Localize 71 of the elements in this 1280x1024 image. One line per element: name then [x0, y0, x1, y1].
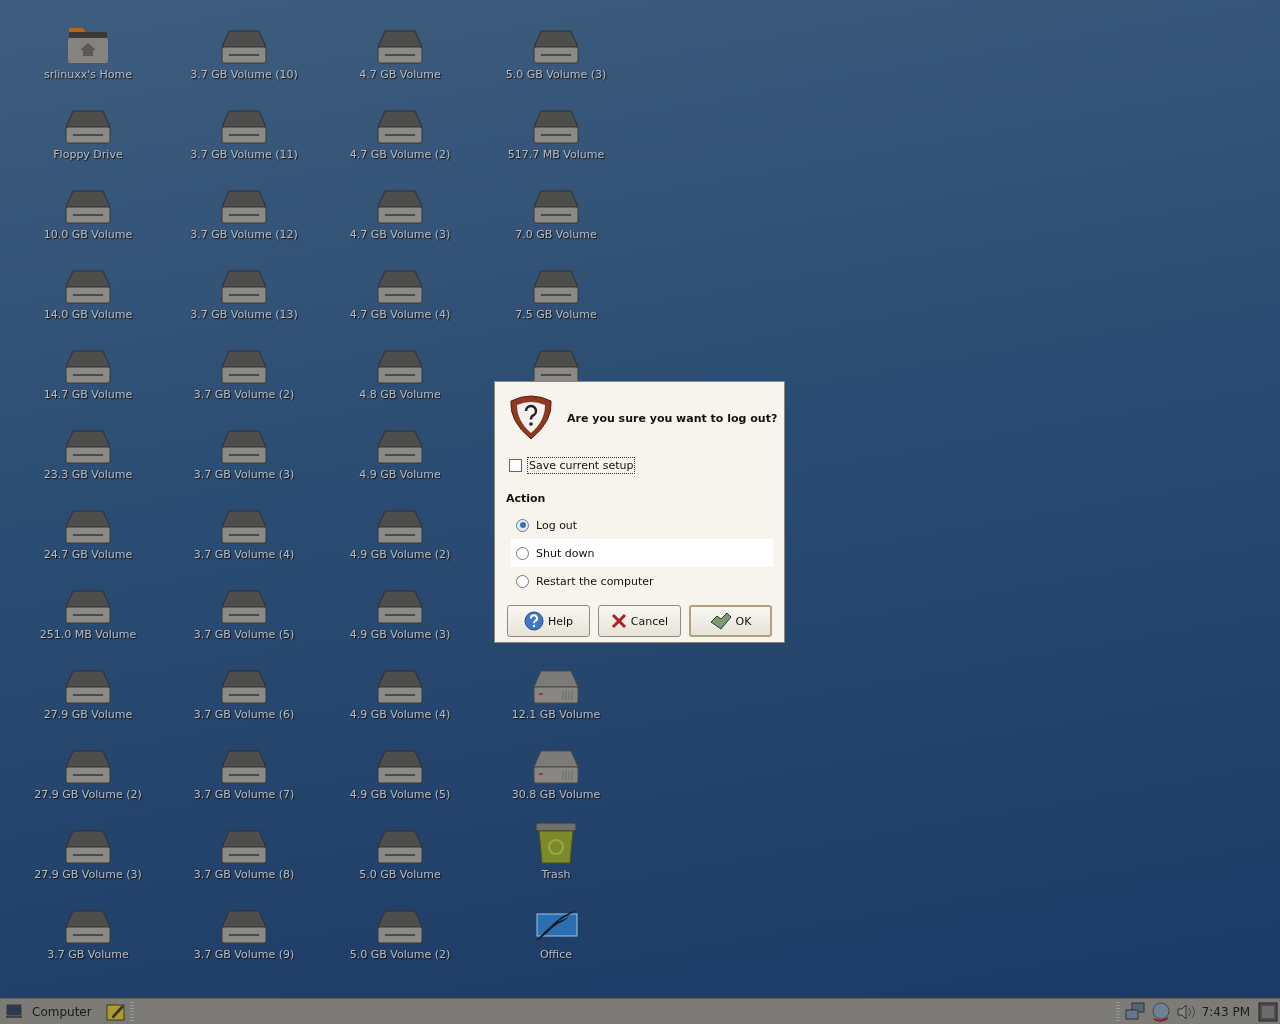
desktop-icon-label[interactable]: 5.0 GB Volume (3) [505, 68, 607, 81]
desktop-icon-label[interactable]: 4.7 GB Volume (3) [349, 228, 451, 241]
desktop-icon-label[interactable]: 14.0 GB Volume [43, 308, 133, 321]
desktop-icon-label[interactable]: 5.0 GB Volume [359, 868, 441, 881]
desktop-icon-label[interactable]: 27.9 GB Volume (2) [34, 788, 142, 801]
desktop-icon-label[interactable]: srlinuxx's Home [43, 68, 133, 81]
desktop-icon-label[interactable]: Floppy Drive [53, 148, 123, 161]
desktop-icon-label[interactable]: 23.3 GB Volume [43, 468, 133, 481]
question-icon [507, 395, 555, 441]
clock[interactable]: 7:43 PM [1201, 1004, 1250, 1019]
help-icon [523, 611, 544, 631]
cancel-x-icon [610, 613, 627, 629]
trash-icon[interactable] [534, 822, 578, 864]
desktop-icon-label[interactable]: 30.8 GB Volume [511, 788, 601, 801]
cancel-button[interactable]: Cancel [598, 605, 681, 637]
desktop-icon-label[interactable]: 27.9 GB Volume (3) [34, 868, 142, 881]
dialog-question: Are you sure you want to log out? [567, 411, 778, 425]
desktop-icon-label[interactable]: 3.7 GB Volume (2) [193, 388, 295, 401]
home-folder-icon[interactable] [67, 26, 109, 64]
desktop-icon-label[interactable]: 4.9 GB Volume [359, 468, 441, 481]
desktop-icon-label[interactable]: 517.7 MB Volume [507, 148, 605, 161]
desktop-icon-label[interactable]: 3.7 GB Volume (6) [193, 708, 295, 721]
desktop-icon-label[interactable]: 3.7 GB Volume (5) [193, 628, 295, 641]
desktop-icon-label[interactable]: 4.9 GB Volume (5) [349, 788, 451, 801]
desktop-icon-label[interactable]: 5.0 GB Volume (2) [349, 948, 451, 961]
desktop-icon-label[interactable]: 4.8 GB Volume [359, 388, 441, 401]
desktop-icon-label[interactable]: 7.0 GB Volume [515, 228, 597, 241]
desktop-icon-label[interactable]: 4.7 GB Volume (2) [349, 148, 451, 161]
desktop-icon-label[interactable]: 4.9 GB Volume (2) [349, 548, 451, 561]
desktop-icon-label[interactable]: 4.9 GB Volume (4) [349, 708, 451, 721]
desktop-icon-label[interactable]: Office [539, 948, 573, 961]
action-heading: Action [506, 492, 547, 505]
desktop-icon-label[interactable]: 3.7 GB Volume (12) [190, 228, 298, 241]
desktop-icon-label[interactable]: 3.7 GB Volume (8) [193, 868, 295, 881]
desktop-icon-label[interactable]: 12.1 GB Volume [511, 708, 601, 721]
save-setup-checkbox[interactable]: Save current setup [509, 457, 784, 474]
desktop-icon-label[interactable]: 3.7 GB Volume (4) [193, 548, 295, 561]
radio-button[interactable] [516, 518, 529, 532]
desktop-icon-label[interactable]: 3.7 GB Volume (11) [190, 148, 298, 161]
drive-icon[interactable] [533, 350, 579, 384]
hard-disk-icon[interactable] [533, 670, 579, 704]
desktop-icon-label[interactable]: 4.7 GB Volume (4) [349, 308, 451, 321]
action-radio-option[interactable]: Restart the computer [511, 567, 773, 595]
desktop-icon-label[interactable]: 7.5 GB Volume [515, 308, 597, 321]
desktop-icon-label[interactable]: 3.7 GB Volume (3) [193, 468, 295, 481]
speaker-icon[interactable] [1175, 1002, 1196, 1021]
hard-disk-icon[interactable] [533, 750, 579, 784]
desktop-icon-label[interactable]: 4.7 GB Volume [359, 68, 441, 81]
desktop-icon-label[interactable]: 3.7 GB Volume (7) [193, 788, 295, 801]
desktop-icon-label[interactable]: Trash [541, 868, 571, 881]
computer-icon [6, 1004, 22, 1019]
desktop-icon-label[interactable]: 4.9 GB Volume (3) [349, 628, 451, 641]
desktop-icon-label[interactable]: 3.7 GB Volume (10) [190, 68, 298, 81]
desktop-icon-label[interactable]: 27.9 GB Volume [43, 708, 133, 721]
help-button[interactable]: Help [507, 605, 590, 637]
action-radio-option[interactable]: Shut down [511, 539, 773, 567]
network-icon[interactable] [1123, 1001, 1146, 1022]
ok-button[interactable]: OK [689, 605, 772, 637]
desktop-icon-label[interactable]: 3.7 GB Volume [47, 948, 129, 961]
desktop-icon-label[interactable]: 10.0 GB Volume [43, 228, 133, 241]
desktop-icon-label[interactable]: 24.7 GB Volume [43, 548, 133, 561]
computer-menu-button[interactable]: Computer [0, 999, 98, 1024]
radio-button[interactable] [516, 546, 529, 560]
action-radio-option[interactable]: Log out [511, 511, 773, 539]
desktop-icon-label[interactable]: 3.7 GB Volume (9) [193, 948, 295, 961]
desktop-icon-label[interactable]: 251.0 MB Volume [39, 628, 137, 641]
desktop-switch-icon[interactable] [1258, 1001, 1278, 1022]
desktop-icon-label[interactable]: 3.7 GB Volume (13) [190, 308, 298, 321]
desktop-icon-label[interactable]: 14.7 GB Volume [43, 388, 133, 401]
notes-pencil-icon[interactable] [105, 1002, 126, 1021]
radio-button[interactable] [516, 574, 529, 588]
